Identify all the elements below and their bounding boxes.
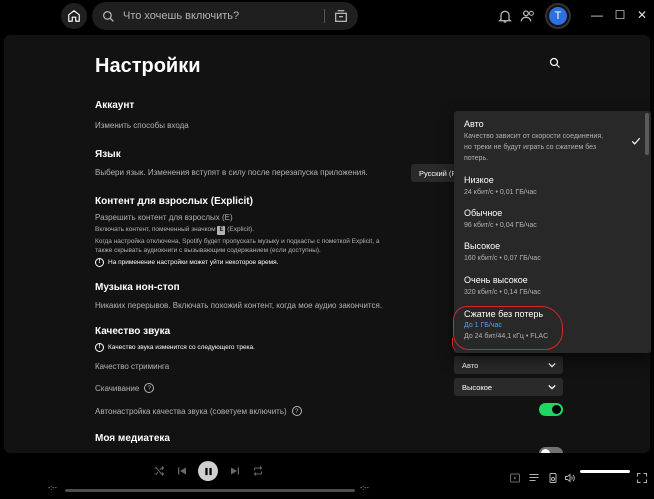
browse-icon[interactable] [333,8,349,24]
menu-option-label: Высокое [464,241,501,251]
play-pause-button[interactable] [198,461,218,481]
home-icon [68,10,80,22]
menu-scrollbar[interactable] [645,113,649,155]
download-quality-value: Высокое [462,382,493,392]
download-quality-label: Скачивание [95,383,140,393]
menu-option-description: 320 кбит/с • 0,14 ГБ/час [464,289,541,296]
search-divider [324,9,325,23]
menu-option-label: Обычное [464,208,503,218]
explicit-badge: E [217,226,226,235]
repeat-icon[interactable] [252,465,264,477]
fullscreen-icon[interactable] [636,472,648,484]
help-icon[interactable]: ? [291,406,302,416]
menu-option-description: 24 кбит/с • 0,01 ГБ/час [464,189,537,196]
search-bar[interactable]: Что хочешь включить? [92,2,358,30]
previous-icon[interactable] [176,465,188,477]
menu-option-description: Качество зависит от скорости соединения,… [464,131,633,164]
menu-option-desc-line: но треки не будут играть со сжатием без [464,144,597,151]
chevron-down-icon [548,362,556,368]
page-title: Настройки [95,55,201,77]
checkmark-icon [631,137,641,145]
menu-option-high[interactable]: Высокое 160 кбит/с • 0,07 ГБ/час [464,241,633,264]
menu-option-label: Авто [464,119,484,129]
language-select-value: Русский (R [419,168,457,178]
explicit-allow-label: Разрешить контент для взрослых (Е) [95,213,233,222]
language-description: Выбери язык. Изменения вступят в силу по… [95,168,368,177]
menu-option-very-high[interactable]: Очень высокое 320 кбит/с • 0,14 ГБ/час [464,275,633,298]
language-section-title: Язык [95,149,121,160]
menu-option-low[interactable]: Низкое 24 кбит/с • 0,01 ГБ/час [464,175,633,198]
info-icon: ! [95,258,104,267]
search-icon[interactable] [549,57,561,69]
account-section-title: Аккаунт [95,100,135,111]
total-time: -:-- [360,485,369,492]
shuffle-icon[interactable] [153,465,165,477]
autoplay-section-title: Музыка нон-стоп [95,282,180,293]
toggle-knob [541,449,550,453]
volume-icon[interactable] [564,472,576,484]
home-button[interactable] [61,3,87,29]
explicit-description-line1: Включать контент, помеченный значком E (… [95,225,254,235]
chevron-down-icon [548,384,556,390]
close-button[interactable]: ✕ [636,9,648,21]
streaming-quality-select[interactable]: Авто [454,356,563,374]
download-quality-select[interactable]: Высокое [454,378,563,396]
maximize-button[interactable]: ☐ [614,9,626,21]
top-bar: Что хочешь включить? T — ☐ ✕ [0,0,654,34]
audio-quality-section-title: Качество звука [95,326,171,337]
progress-bar[interactable] [65,489,355,492]
menu-option-description: 96 кбит/с • 0,04 ГБ/час [464,222,537,229]
explicit-description-line2: Когда настройка отключена, Spotify будет… [95,238,380,245]
next-icon[interactable] [229,465,241,477]
audio-quality-note-text: Качество звука изменится со следующего т… [108,344,255,351]
streaming-quality-label: Качество стриминга [95,362,170,371]
menu-option-label: Низкое [464,175,494,185]
pause-icon [204,467,212,475]
explicit-desc-part1: Включать контент, помеченный значком [95,226,216,233]
audio-quality-note: ! Качество звука изменится со следующего… [95,343,255,352]
highlight-annotation [453,306,563,350]
info-icon: ! [95,343,104,352]
explicit-note: ! На применение настройки может уйти нек… [95,258,278,267]
library-section-title: Моя медиатека [95,433,170,444]
now-playing-view-icon[interactable] [509,472,521,484]
explicit-description-line3: также скрывать аудиокниги с вызывающим с… [95,247,321,254]
help-icon[interactable]: ? [144,383,155,393]
toggle-knob [552,405,561,414]
library-toggle[interactable] [539,447,563,453]
explicit-desc-part2: (Explicit). [227,226,254,233]
auto-adjust-row: Автонастройка качества звука (советуем в… [95,406,302,416]
search-input[interactable]: Что хочешь включить? [123,10,239,22]
volume-slider[interactable] [580,470,630,473]
queue-icon[interactable] [528,472,540,484]
download-quality-row: Скачивание ? [95,383,155,393]
search-icon [101,9,115,23]
streaming-quality-value: Авто [462,360,479,370]
autoplay-description: Никаких перерывов. Включать похожий конт… [95,301,383,310]
avatar[interactable]: T [547,5,569,27]
menu-option-auto[interactable]: Авто Качество зависит от скорости соедин… [464,119,633,164]
menu-option-label: Очень высокое [464,275,528,285]
menu-option-desc-line: потерь. [464,155,489,162]
menu-option-normal[interactable]: Обычное 96 кбит/с • 0,04 ГБ/час [464,208,633,231]
menu-option-desc-line: Качество зависит от скорости соединения, [464,133,604,140]
minimize-button[interactable]: — [591,9,603,21]
auto-adjust-label: Автонастройка качества звука (советуем в… [95,406,287,416]
bell-icon[interactable] [497,8,513,24]
elapsed-time: -:-- [48,485,57,492]
change-login-link[interactable]: Изменить способы входа [95,121,189,130]
menu-option-description: 160 кбит/с • 0,07 ГБ/час [464,255,541,262]
friends-icon[interactable] [520,8,536,24]
explicit-note-text: На применение настройки может уйти некот… [108,259,279,266]
explicit-section-title: Контент для взрослых (Explicit) [95,196,253,207]
auto-adjust-toggle[interactable] [539,403,563,416]
player-bar: -:-- -:-- [0,455,654,499]
connect-device-icon[interactable] [547,472,559,484]
